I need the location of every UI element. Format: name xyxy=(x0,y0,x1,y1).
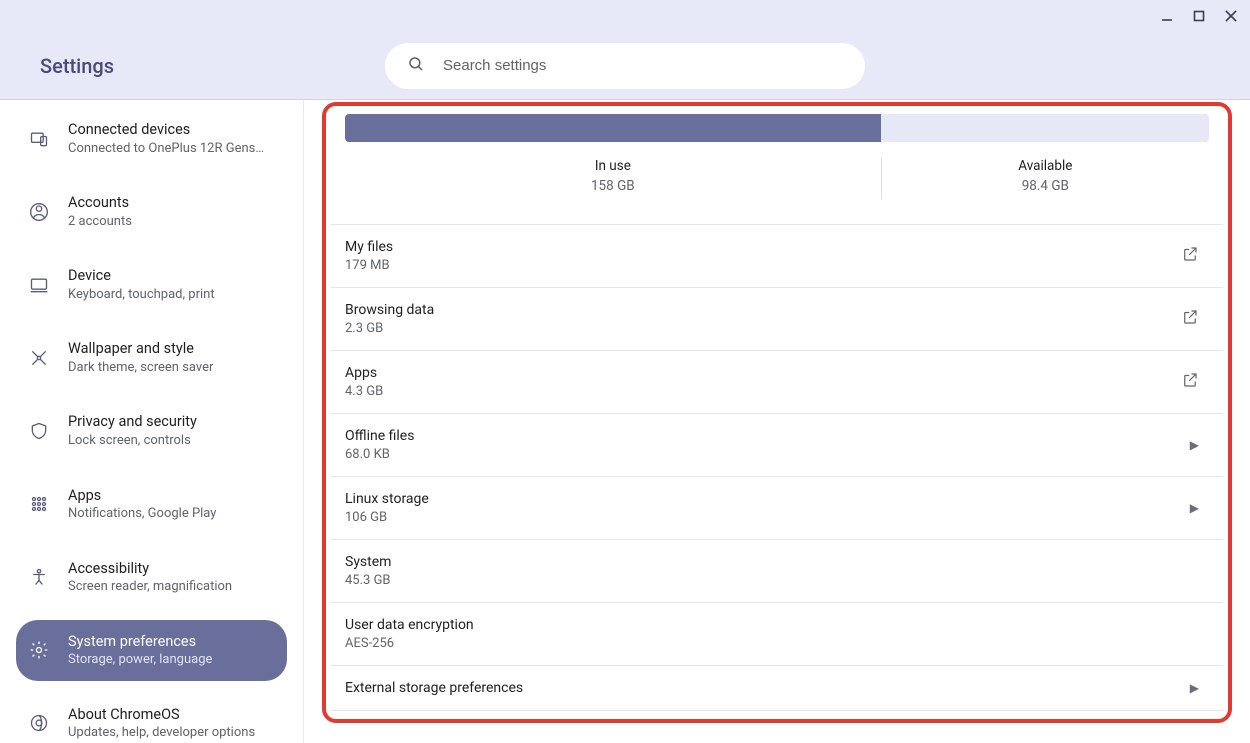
storage-in-use: In use 158 GB xyxy=(345,158,881,200)
storage-usage-bar-used xyxy=(345,114,881,142)
storage-row-linux[interactable]: Linux storage 106 GB ▶ xyxy=(331,477,1223,540)
sidebar-item-label: About ChromeOS xyxy=(68,705,255,725)
window-maximize-button[interactable] xyxy=(1186,3,1212,29)
open-external-icon xyxy=(1181,308,1199,330)
sidebar-item-apps[interactable]: AppsNotifications, Google Play xyxy=(16,474,287,535)
sidebar-item-label: Privacy and security xyxy=(68,412,197,432)
sidebar-item-label: Device xyxy=(68,266,215,286)
storage-row-title: Offline files xyxy=(345,428,414,444)
storage-row-title: Linux storage xyxy=(345,491,429,507)
sidebar-item-about[interactable]: About ChromeOSUpdates, help, developer o… xyxy=(16,693,287,743)
sidebar: Connected devicesConnected to OnePlus 12… xyxy=(0,100,304,743)
accounts-icon xyxy=(28,201,50,223)
storage-row-sub: 45.3 GB xyxy=(345,573,391,588)
storage-row-title: My files xyxy=(345,239,393,255)
sidebar-item-sublabel: Keyboard, touchpad, print xyxy=(68,286,215,304)
storage-row-apps[interactable]: Apps 4.3 GB xyxy=(331,351,1223,414)
sidebar-item-accessibility[interactable]: AccessibilityScreen reader, magnificatio… xyxy=(16,547,287,608)
in-use-label: In use xyxy=(345,158,881,174)
wallpaper-icon xyxy=(28,347,50,369)
storage-row-browsing[interactable]: Browsing data 2.3 GB xyxy=(331,288,1223,351)
sidebar-item-device[interactable]: DeviceKeyboard, touchpad, print xyxy=(16,254,287,315)
chevron-right-icon: ▶ xyxy=(1190,437,1199,453)
storage-row-sub: 2.3 GB xyxy=(345,321,434,336)
sidebar-item-sublabel: Lock screen, controls xyxy=(68,432,197,450)
in-use-value: 158 GB xyxy=(345,178,881,194)
storage-row-sub: AES-256 xyxy=(345,636,474,651)
privacy-icon xyxy=(28,420,50,442)
available-value: 98.4 GB xyxy=(882,178,1209,194)
search-icon xyxy=(407,55,425,77)
storage-usage-bar xyxy=(345,114,1209,142)
sidebar-item-sublabel: Connected to OnePlus 12R Gens… xyxy=(68,140,264,158)
sidebar-item-sublabel: Updates, help, developer options xyxy=(68,724,255,742)
sidebar-item-sublabel: Storage, power, language xyxy=(68,651,212,669)
storage-row-title: Browsing data xyxy=(345,302,434,318)
storage-row-offline[interactable]: Offline files 68.0 KB ▶ xyxy=(331,414,1223,477)
storage-row-external[interactable]: External storage preferences ▶ xyxy=(331,666,1223,711)
sidebar-item-sublabel: Screen reader, magnification xyxy=(68,578,232,596)
storage-row-encryption: User data encryption AES-256 xyxy=(331,603,1223,666)
window-close-button[interactable] xyxy=(1218,3,1244,29)
open-external-icon xyxy=(1181,245,1199,267)
device-icon xyxy=(28,274,50,296)
sidebar-item-label: Wallpaper and style xyxy=(68,339,213,359)
sidebar-item-label: Apps xyxy=(68,486,216,506)
storage-row-title: User data encryption xyxy=(345,617,474,633)
search-input[interactable] xyxy=(443,57,843,74)
sidebar-item-sublabel: 2 accounts xyxy=(68,213,132,231)
app-title: Settings xyxy=(28,54,114,78)
storage-row-sub: 106 GB xyxy=(345,510,429,525)
apps-icon xyxy=(28,493,50,515)
about-icon xyxy=(28,712,50,734)
storage-available: Available 98.4 GB xyxy=(881,158,1209,200)
connected-devices-icon xyxy=(28,128,50,150)
search-bar[interactable] xyxy=(385,43,865,89)
sidebar-item-label: Accounts xyxy=(68,193,132,213)
sidebar-item-privacy[interactable]: Privacy and securityLock screen, control… xyxy=(16,400,287,461)
storage-row-title: System xyxy=(345,554,391,570)
storage-row-system: System 45.3 GB xyxy=(331,540,1223,603)
window-titlebar xyxy=(0,0,1250,32)
sidebar-item-system[interactable]: System preferencesStorage, power, langua… xyxy=(16,620,287,681)
sidebar-item-sublabel: Notifications, Google Play xyxy=(68,505,216,523)
storage-row-title: Apps xyxy=(345,365,383,381)
storage-row-sub: 179 MB xyxy=(345,258,393,273)
window-minimize-button[interactable] xyxy=(1154,3,1180,29)
accessibility-icon xyxy=(28,566,50,588)
sidebar-item-accounts[interactable]: Accounts2 accounts xyxy=(16,181,287,242)
storage-row-my-files[interactable]: My files 179 MB xyxy=(331,225,1223,288)
main-content: In use 158 GB Available 98.4 GB My files… xyxy=(304,100,1250,743)
chevron-right-icon: ▶ xyxy=(1190,680,1199,696)
storage-row-sub: 68.0 KB xyxy=(345,447,414,462)
sidebar-item-connected-devices[interactable]: Connected devicesConnected to OnePlus 12… xyxy=(16,108,287,169)
sidebar-item-wallpaper[interactable]: Wallpaper and styleDark theme, screen sa… xyxy=(16,327,287,388)
sidebar-item-sublabel: Dark theme, screen saver xyxy=(68,359,213,377)
app-header: Settings xyxy=(0,32,1250,100)
sidebar-item-label: Connected devices xyxy=(68,120,264,140)
system-icon xyxy=(28,639,50,661)
storage-row-sub: 4.3 GB xyxy=(345,384,383,399)
sidebar-item-label: System preferences xyxy=(68,632,212,652)
available-label: Available xyxy=(882,158,1209,174)
sidebar-item-label: Accessibility xyxy=(68,559,232,579)
storage-row-title: External storage preferences xyxy=(345,680,523,696)
open-external-icon xyxy=(1181,371,1199,393)
chevron-right-icon: ▶ xyxy=(1190,500,1199,516)
